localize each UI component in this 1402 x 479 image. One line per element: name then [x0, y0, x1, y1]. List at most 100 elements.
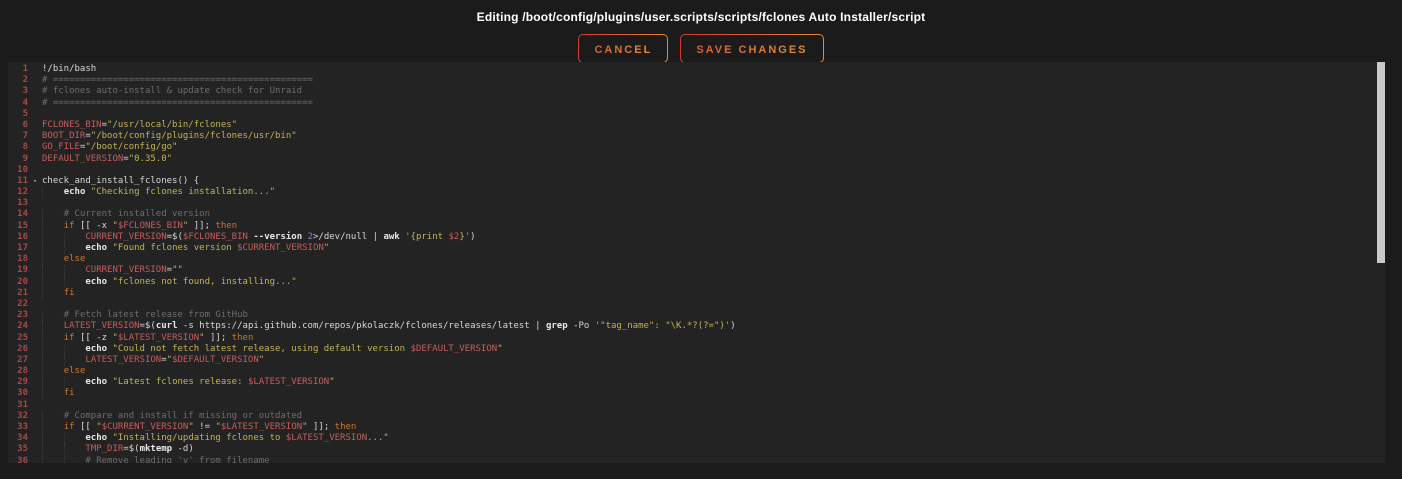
- indent-guide: [42, 232, 43, 243]
- code-line[interactable]: 32 # Compare and install if missing or o…: [8, 411, 1385, 422]
- code-line[interactable]: 9 DEFAULT_VERSION="0.35.0": [8, 154, 1385, 165]
- code-line-content: if [[ -x "$FCLONES_BIN" ]]; then: [42, 221, 1385, 232]
- fold-gutter: [28, 254, 42, 265]
- line-number: 18: [8, 254, 28, 265]
- code-line[interactable]: 28 else: [8, 366, 1385, 377]
- line-number: 15: [8, 221, 28, 232]
- code-line-content: echo "fclones not found, installing...": [42, 277, 1385, 288]
- indent-guide: [42, 321, 43, 332]
- indent-guide: [42, 333, 43, 344]
- code-line-content: else: [42, 366, 1385, 377]
- code-line[interactable]: 21 fi: [8, 288, 1385, 299]
- code-line[interactable]: 6 FCLONES_BIN="/usr/local/bin/fclones": [8, 120, 1385, 131]
- line-number: 33: [8, 422, 28, 433]
- code-line[interactable]: 35 TMP_DIR=$(mktemp -d): [8, 444, 1385, 455]
- line-number: 11: [8, 176, 28, 187]
- code-line[interactable]: 8GO_FILE="/boot/config/go": [8, 142, 1385, 153]
- line-number: 9: [8, 154, 28, 165]
- code-line[interactable]: 31: [8, 400, 1385, 411]
- line-number: 16: [8, 232, 28, 243]
- fold-gutter: [28, 232, 42, 243]
- line-number: 14: [8, 209, 28, 220]
- code-line[interactable]: 33 if [[ "$CURRENT_VERSION" != "$LATEST_…: [8, 422, 1385, 433]
- code-line[interactable]: 1!/bin/bash: [8, 64, 1385, 75]
- code-line-content: echo "Latest fclones release: $LATEST_VE…: [42, 377, 1385, 388]
- code-line[interactable]: 23 # Fetch latest release from GitHub: [8, 310, 1385, 321]
- code-line-content: [42, 400, 1385, 411]
- code-line[interactable]: 26 echo "Could not fetch latest release,…: [8, 344, 1385, 355]
- code-line[interactable]: 24 LATEST_VERSION=$(curl -s https://api.…: [8, 321, 1385, 332]
- code-line[interactable]: 10: [8, 165, 1385, 176]
- fold-gutter: [28, 277, 42, 288]
- script-code-editor[interactable]: 1!/bin/bash2# ==========================…: [8, 62, 1385, 463]
- code-line-content: [42, 299, 1385, 310]
- code-line-content: FCLONES_BIN="/usr/local/bin/fclones": [42, 120, 1385, 131]
- code-line[interactable]: 13: [8, 198, 1385, 209]
- fold-gutter: [28, 310, 42, 321]
- line-number: 34: [8, 433, 28, 444]
- code-line[interactable]: 5: [8, 109, 1385, 120]
- code-line[interactable]: 12 echo "Checking fclones installation..…: [8, 187, 1385, 198]
- code-line-content: fi: [42, 388, 1385, 399]
- indent-guide: [42, 422, 43, 433]
- code-line[interactable]: 30 fi: [8, 388, 1385, 399]
- line-number: 8: [8, 142, 28, 153]
- code-line-content: # ======================================…: [42, 75, 1385, 86]
- save-changes-button[interactable]: SAVE CHANGES: [680, 34, 823, 63]
- code-line[interactable]: 3# fclones auto-install & update check f…: [8, 86, 1385, 97]
- code-line[interactable]: 27 LATEST_VERSION="$DEFAULT_VERSION": [8, 355, 1385, 366]
- code-line-content: DEFAULT_VERSION="0.35.0": [42, 154, 1385, 165]
- fold-gutter: [28, 388, 42, 399]
- code-line[interactable]: 25 if [[ -z "$LATEST_VERSION" ]]; then: [8, 333, 1385, 344]
- line-number: 24: [8, 321, 28, 332]
- code-line-content: # Current installed version: [42, 209, 1385, 220]
- fold-gutter: [28, 221, 42, 232]
- code-line[interactable]: 4# =====================================…: [8, 98, 1385, 109]
- indent-guide: [42, 366, 43, 377]
- code-line-content: # Remove leading 'v' from filename: [42, 456, 1385, 463]
- indent-guide: [64, 232, 65, 243]
- code-line-content: [42, 109, 1385, 120]
- code-line[interactable]: 11▾check_and_install_fclones() {: [8, 176, 1385, 187]
- code-line[interactable]: 15 if [[ -x "$FCLONES_BIN" ]]; then: [8, 221, 1385, 232]
- indent-guide: [42, 444, 43, 455]
- line-number: 27: [8, 355, 28, 366]
- line-number: 12: [8, 187, 28, 198]
- indent-guide: [42, 310, 43, 321]
- code-line[interactable]: 29 echo "Latest fclones release: $LATEST…: [8, 377, 1385, 388]
- code-line-content: if [[ -z "$LATEST_VERSION" ]]; then: [42, 333, 1385, 344]
- indent-guide: [42, 288, 43, 299]
- code-line-content: [42, 198, 1385, 209]
- code-line-content: echo "Could not fetch latest release, us…: [42, 344, 1385, 355]
- indent-guide: [64, 377, 65, 388]
- fold-gutter: [28, 422, 42, 433]
- code-line[interactable]: 17 echo "Found fclones version $CURRENT_…: [8, 243, 1385, 254]
- code-line[interactable]: 34 echo "Installing/updating fclones to …: [8, 433, 1385, 444]
- line-number: 28: [8, 366, 28, 377]
- code-line[interactable]: 36 # Remove leading 'v' from filename: [8, 456, 1385, 463]
- code-line[interactable]: 7BOOT_DIR="/boot/config/plugins/fclones/…: [8, 131, 1385, 142]
- code-line[interactable]: 18 else: [8, 254, 1385, 265]
- line-number: 1: [8, 64, 28, 75]
- fold-gutter: [28, 355, 42, 366]
- indent-guide: [42, 187, 43, 198]
- code-line[interactable]: 16 CURRENT_VERSION=$($FCLONES_BIN --vers…: [8, 232, 1385, 243]
- fold-gutter: [28, 456, 42, 463]
- indent-guide: [42, 209, 43, 220]
- code-line[interactable]: 14 # Current installed version: [8, 209, 1385, 220]
- code-line[interactable]: 19 CURRENT_VERSION="": [8, 265, 1385, 276]
- code-line-content: # ======================================…: [42, 98, 1385, 109]
- line-number: 6: [8, 120, 28, 131]
- indent-guide: [42, 221, 43, 232]
- fold-gutter: [28, 198, 42, 209]
- code-line-content: else: [42, 254, 1385, 265]
- code-line[interactable]: 20 echo "fclones not found, installing..…: [8, 277, 1385, 288]
- code-line[interactable]: 2# =====================================…: [8, 75, 1385, 86]
- code-line-content: check_and_install_fclones() {: [42, 176, 1385, 187]
- fold-gutter: [28, 75, 42, 86]
- scrollbar-thumb[interactable]: [1377, 62, 1385, 263]
- indent-guide: [42, 388, 43, 399]
- cancel-button[interactable]: CANCEL: [578, 34, 668, 63]
- code-line[interactable]: 22: [8, 299, 1385, 310]
- fold-toggle-icon[interactable]: ▾: [28, 176, 42, 187]
